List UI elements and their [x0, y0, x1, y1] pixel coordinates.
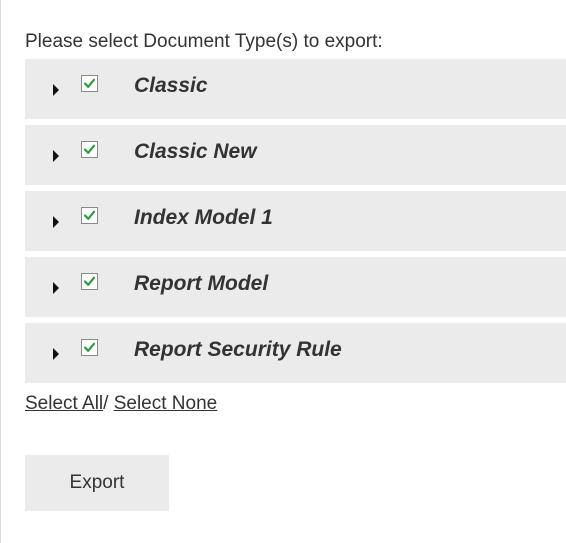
document-type-row[interactable]: Index Model 1 [25, 191, 566, 251]
link-separator: / [103, 393, 109, 414]
document-type-checkbox[interactable] [81, 207, 98, 224]
document-type-row[interactable]: Classic [25, 59, 566, 119]
checkmark-icon [83, 144, 96, 154]
checkmark-icon [83, 210, 96, 220]
checkmark-icon [83, 78, 96, 88]
select-links: Select All/ Select None [25, 393, 217, 415]
document-type-list: Classic Classic New Index Model 1 Report… [25, 59, 566, 383]
checkmark-icon [83, 342, 96, 352]
export-panel: Please select Document Type(s) to export… [0, 0, 566, 543]
document-type-checkbox[interactable] [81, 339, 98, 356]
document-type-label: Classic New [134, 140, 257, 163]
document-type-checkbox[interactable] [81, 141, 98, 158]
expand-triangle-icon[interactable] [53, 348, 59, 360]
expand-triangle-icon[interactable] [53, 150, 59, 162]
export-button[interactable]: Export [25, 455, 169, 511]
document-type-label: Classic [134, 74, 208, 97]
expand-triangle-icon[interactable] [53, 282, 59, 294]
document-type-label: Report Model [134, 272, 269, 295]
document-type-checkbox[interactable] [81, 273, 98, 290]
document-type-checkbox[interactable] [81, 75, 98, 92]
checkmark-icon [83, 276, 96, 286]
document-type-row[interactable]: Report Security Rule [25, 323, 566, 383]
export-prompt: Please select Document Type(s) to export… [25, 31, 383, 52]
expand-triangle-icon[interactable] [53, 216, 59, 228]
document-type-label: Report Security Rule [134, 338, 342, 361]
select-all-link[interactable]: Select All [25, 393, 103, 414]
document-type-label: Index Model 1 [134, 206, 273, 229]
document-type-row[interactable]: Classic New [25, 125, 566, 185]
select-none-link[interactable]: Select None [114, 393, 218, 414]
document-type-row[interactable]: Report Model [25, 257, 566, 317]
expand-triangle-icon[interactable] [53, 84, 59, 96]
